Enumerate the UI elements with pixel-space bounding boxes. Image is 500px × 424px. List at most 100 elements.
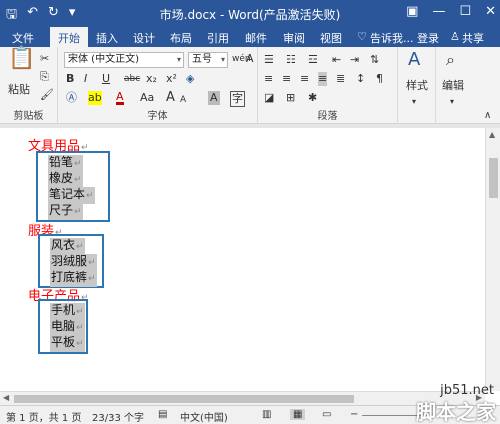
ruler — [0, 124, 500, 128]
tell-me-search[interactable]: 告诉我... — [370, 30, 414, 46]
multilevel-icon[interactable]: ☲ — [308, 53, 318, 67]
tab-references[interactable]: 引用 — [207, 30, 229, 46]
styles-dropdown-icon[interactable]: ▾ — [412, 95, 416, 109]
web-layout-icon[interactable]: ▭ — [322, 409, 331, 420]
tab-mailings[interactable]: 邮件 — [245, 30, 267, 46]
tab-design[interactable]: 设计 — [133, 30, 155, 46]
clear-format-icon[interactable]: A — [246, 52, 254, 66]
paragraph-group-label: 段落 — [317, 111, 338, 122]
text-effects-icon[interactable]: ◈ — [186, 72, 194, 86]
minimize-button[interactable]: — — [432, 4, 445, 19]
justify-icon[interactable]: ≡ — [318, 72, 328, 86]
editing-button[interactable]: 编辑 — [442, 79, 464, 93]
borders-icon[interactable]: ⊞ — [286, 91, 295, 105]
share-button[interactable]: 共享 — [462, 30, 484, 46]
collapse-ribbon-icon[interactable]: ∧ — [484, 109, 491, 123]
paste-icon[interactable]: 📋 — [8, 48, 35, 70]
styles-icon[interactable]: A — [408, 51, 420, 69]
list-item: 电脑↵ — [50, 319, 85, 336]
paragraph-group: ☰ ☷ ☲ ⇤ ⇥ ⇅ ≡ ≡ ≡ ≡ ≣ ↕ ¶ ◪ ⊞ ✱ 段落 — [258, 47, 398, 124]
list-item: 手机↵ — [50, 303, 85, 320]
align-left-icon[interactable]: ≡ — [264, 72, 273, 86]
ribbon: 📋 粘贴 ✂ ⎘ 🖌 剪贴板 宋体 (中文正文) ▾ 五号 ▾ wén A B I … — [0, 47, 500, 124]
distributed-icon[interactable]: ≣ — [336, 72, 345, 86]
text-effect-a-icon[interactable]: Ⓐ — [66, 91, 77, 105]
page-count[interactable]: 第 1 页，共 1 页 — [6, 409, 81, 424]
clipboard-group-label: 剪贴板 — [13, 111, 44, 122]
styles-button[interactable]: 样式 — [406, 79, 428, 93]
superscript-button[interactable]: x² — [166, 72, 177, 86]
horizontal-scroll-thumb[interactable] — [14, 395, 354, 403]
bold-button[interactable]: B — [66, 72, 74, 86]
italic-button[interactable]: I — [84, 72, 87, 86]
shading-icon[interactable]: ◪ — [264, 91, 274, 105]
read-mode-icon[interactable]: ▥ — [262, 409, 271, 420]
tab-home[interactable]: 开始 — [50, 27, 88, 47]
tab-review[interactable]: 审阅 — [283, 30, 305, 46]
horizontal-scrollbar[interactable]: ◀ ▶ — [0, 391, 485, 405]
editing-dropdown-icon[interactable]: ▾ — [450, 95, 454, 109]
list-item: 笔记本↵ — [48, 187, 95, 204]
grow-font-button[interactable]: A — [166, 91, 175, 105]
font-name-select[interactable]: 宋体 (中文正文) ▾ — [64, 52, 184, 68]
word-count[interactable]: 23/33 个字 — [92, 409, 144, 424]
list-item: 铅笔↵ — [48, 155, 83, 172]
cut-icon[interactable]: ✂ — [40, 52, 49, 66]
language-indicator[interactable]: 中文(中国) — [180, 409, 228, 424]
styles-group: A 样式 ▾ — [398, 47, 436, 124]
bullets-icon[interactable]: ☰ — [264, 53, 274, 67]
line-spacing-icon[interactable]: ↕ — [356, 72, 365, 86]
vertical-scroll-thumb[interactable] — [489, 158, 498, 198]
maximize-button[interactable]: ☐ — [459, 4, 471, 19]
increase-indent-icon[interactable]: ⇥ — [350, 53, 359, 67]
sort-icon[interactable]: ⇅ — [370, 53, 379, 67]
subscript-button[interactable]: x₂ — [146, 72, 157, 86]
font-group-label: 字体 — [147, 111, 168, 122]
watermark-brand: 脚本之家 — [416, 400, 496, 424]
format-painter-icon[interactable]: 🖌 — [40, 88, 54, 102]
numbering-icon[interactable]: ☷ — [286, 53, 296, 67]
clipboard-group: 📋 粘贴 ✂ ⎘ 🖌 剪贴板 — [0, 47, 58, 124]
print-layout-icon[interactable]: ▦ — [290, 409, 306, 420]
show-marks-icon[interactable]: ¶ — [376, 72, 383, 86]
ribbon-tabs: 文件 开始 插入 设计 布局 引用 邮件 审阅 视图 ♡ 告诉我... 登录 ♙… — [0, 27, 500, 47]
highlight-icon[interactable]: ab — [88, 91, 102, 105]
underline-button[interactable]: U — [102, 72, 110, 86]
list-box: 手机↵ 电脑↵ 平板↵ — [38, 299, 88, 354]
align-center-icon[interactable]: ≡ — [282, 72, 291, 86]
editing-group: ⌕ 编辑 ▾ — [436, 47, 472, 124]
asian-layout-icon[interactable]: ✱ — [308, 91, 317, 105]
zoom-slider[interactable] — [362, 415, 422, 416]
tab-layout[interactable]: 布局 — [170, 30, 192, 46]
proofing-icon[interactable]: ▤ — [158, 409, 167, 420]
list-item: 橡皮↵ — [48, 171, 83, 188]
char-shading-icon[interactable]: A — [208, 91, 220, 105]
list-item: 平板↵ — [50, 335, 85, 352]
close-button[interactable]: ✕ — [485, 4, 496, 19]
find-icon[interactable]: ⌕ — [446, 52, 455, 68]
strikethrough-button[interactable]: abc — [124, 72, 140, 86]
tell-me-icon[interactable]: ♡ — [357, 30, 367, 43]
font-size-select[interactable]: 五号 ▾ — [188, 52, 228, 68]
list-box: 风衣↵ 羽绒服↵ 打底裤↵ — [38, 234, 104, 288]
ribbon-options-icon[interactable]: ▣ — [406, 4, 418, 19]
shrink-font-button[interactable]: A — [180, 93, 186, 107]
align-right-icon[interactable]: ≡ — [300, 72, 309, 86]
copy-icon[interactable]: ⎘ — [40, 70, 49, 84]
tab-insert[interactable]: 插入 — [96, 30, 118, 46]
char-border-icon[interactable]: 字 — [230, 91, 245, 107]
vertical-scrollbar[interactable]: ▲ — [485, 128, 500, 391]
font-color-button[interactable]: A — [116, 91, 124, 105]
scroll-left-icon[interactable]: ◀ — [3, 393, 9, 402]
scroll-up-icon[interactable]: ▲ — [489, 130, 495, 139]
tab-view[interactable]: 视图 — [320, 30, 342, 46]
tab-file[interactable]: 文件 — [12, 30, 34, 46]
login-link[interactable]: 登录 — [417, 30, 439, 46]
decrease-indent-icon[interactable]: ⇤ — [332, 53, 341, 67]
list-item: 羽绒服↵ — [50, 254, 97, 271]
list-item: 风衣↵ — [50, 238, 85, 255]
user-icon[interactable]: ♙ — [450, 30, 460, 43]
zoom-out-icon[interactable]: − — [350, 409, 358, 420]
paste-button[interactable]: 粘贴 — [8, 83, 30, 97]
change-case-button[interactable]: Aa — [140, 91, 154, 105]
